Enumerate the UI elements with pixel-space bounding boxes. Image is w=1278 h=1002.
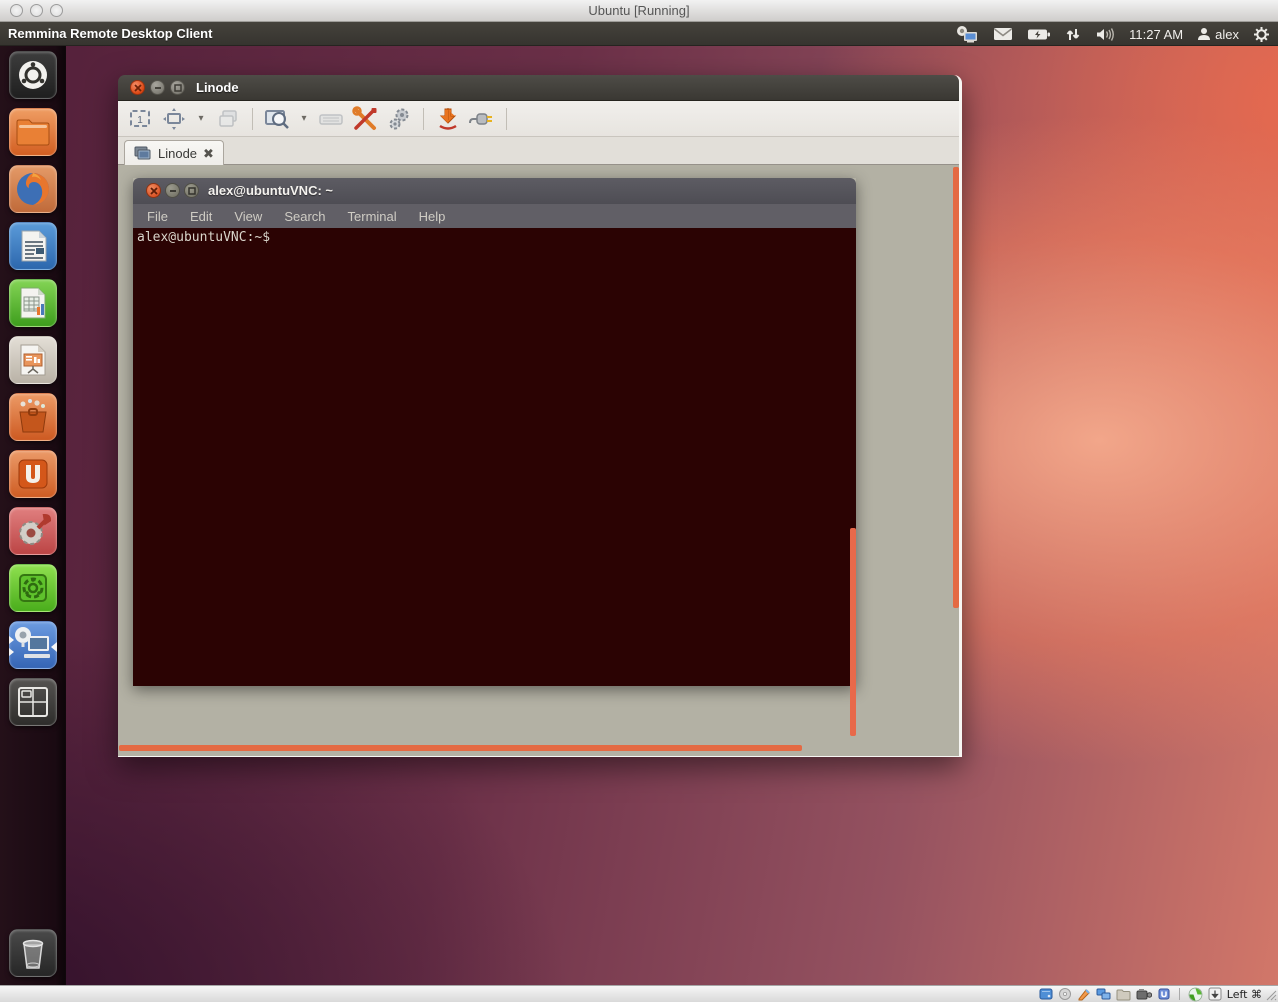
- tab-label: Linode: [158, 146, 197, 161]
- battery-icon[interactable]: [1027, 22, 1051, 46]
- toolbar-separator: [252, 108, 253, 130]
- remmina-applet-icon[interactable]: [955, 22, 979, 46]
- keyboard-capture-icon[interactable]: [1208, 987, 1222, 1001]
- launcher-item-trash[interactable]: [9, 929, 57, 977]
- grab-keyboard-button[interactable]: [317, 105, 345, 133]
- launcher-item-dash-home[interactable]: [9, 51, 57, 99]
- chevron-down-icon: ▾: [198, 113, 203, 124]
- vm-window-title: Ubuntu [Running]: [0, 3, 1278, 18]
- viewport-horizontal-scrollbar[interactable]: [119, 745, 802, 751]
- user-icon: [1197, 27, 1211, 41]
- virtualbox-vm-window: Ubuntu [Running] Remmina Remote Desktop …: [0, 0, 1278, 1002]
- optical-disc-icon[interactable]: [1058, 987, 1072, 1001]
- unity-launcher: [0, 46, 66, 985]
- launcher-item-libreoffice-writer[interactable]: [9, 222, 57, 270]
- fullscreen-options-dropdown[interactable]: ▾: [194, 105, 208, 133]
- scale-mode-button[interactable]: [263, 105, 291, 133]
- active-app-title: Remmina Remote Desktop Client: [8, 26, 212, 41]
- terminal-menubar: File Edit View Search Terminal Help: [133, 204, 856, 228]
- menu-edit[interactable]: Edit: [190, 209, 212, 224]
- remmina-titlebar[interactable]: Linode: [118, 75, 959, 101]
- menu-help[interactable]: Help: [419, 209, 446, 224]
- usb-icon[interactable]: [1157, 987, 1171, 1001]
- remmina-maximize-button[interactable]: [170, 80, 185, 95]
- remmina-window-title: Linode: [196, 80, 239, 95]
- tab-close-button[interactable]: ✖: [203, 147, 214, 160]
- unity-panel: Remmina Remote Desktop Client 11:27 AM a…: [0, 22, 1278, 46]
- resize-grip[interactable]: [1265, 989, 1277, 1001]
- shared-folders-icon[interactable]: [1116, 988, 1131, 1001]
- launcher-item-system-settings[interactable]: [9, 507, 57, 555]
- mail-icon[interactable]: [993, 22, 1013, 46]
- vbox-statusbar: Left ⌘: [0, 985, 1278, 1002]
- focused-indicator-arrow: [51, 642, 57, 652]
- vm-titlebar: Ubuntu [Running]: [0, 0, 1278, 22]
- duplicate-connection-button[interactable]: [214, 105, 242, 133]
- disconnect-button[interactable]: [468, 105, 496, 133]
- network-arrows-icon[interactable]: [1065, 22, 1081, 46]
- mouse-integration-icon[interactable]: [1188, 987, 1203, 1002]
- chevron-down-icon: ▾: [301, 113, 306, 124]
- remmina-minimize-button[interactable]: [150, 80, 165, 95]
- launcher-item-remmina[interactable]: [9, 621, 57, 669]
- remmina-close-button[interactable]: [130, 80, 145, 95]
- remmina-window: Linode 1 ▾ ▾: [118, 75, 962, 757]
- tools-button[interactable]: [351, 105, 379, 133]
- viewport-vertical-scrollbar[interactable]: [953, 167, 959, 608]
- svg-text:1: 1: [137, 115, 143, 126]
- terminal-content[interactable]: alex@ubuntuVNC:~$: [133, 228, 856, 686]
- toolbar-separator: [506, 108, 507, 130]
- terminal-window: alex@ubuntuVNC: ~ File Edit View Search …: [133, 178, 856, 686]
- clock[interactable]: 11:27 AM: [1129, 27, 1183, 42]
- menu-view[interactable]: View: [234, 209, 262, 224]
- audio-icon[interactable]: [1077, 987, 1091, 1001]
- launcher-item-libreoffice-calc[interactable]: [9, 279, 57, 327]
- preferences-gears-button[interactable]: [385, 105, 413, 133]
- launcher-item-files-folder[interactable]: [9, 108, 57, 156]
- launcher-item-ubuntu-one[interactable]: [9, 450, 57, 498]
- terminal-titlebar[interactable]: alex@ubuntuVNC: ~: [133, 178, 856, 204]
- host-key-label: Left ⌘: [1227, 988, 1262, 1001]
- harddisk-icon[interactable]: [1039, 987, 1053, 1001]
- terminal-maximize-button[interactable]: [184, 183, 199, 198]
- menu-search[interactable]: Search: [284, 209, 325, 224]
- menu-file[interactable]: File: [147, 209, 168, 224]
- tab-linode[interactable]: Linode ✖: [124, 140, 224, 165]
- volume-icon[interactable]: [1095, 22, 1115, 46]
- user-name: alex: [1215, 27, 1239, 42]
- fullscreen-button[interactable]: [160, 105, 188, 133]
- user-menu[interactable]: alex: [1197, 22, 1239, 46]
- statusbar-separator: [1179, 988, 1180, 1000]
- remote-desktop-viewport[interactable]: alex@ubuntuVNC: ~ File Edit View Search …: [118, 165, 959, 756]
- scale-options-dropdown[interactable]: ▾: [297, 105, 311, 133]
- launcher-item-firefox[interactable]: [9, 165, 57, 213]
- remote-desktop-icon: [134, 146, 152, 161]
- running-indicator-arrow: [9, 648, 14, 656]
- menu-terminal[interactable]: Terminal: [348, 209, 397, 224]
- running-indicator-arrow: [9, 636, 14, 644]
- network-adapters-icon[interactable]: [1096, 987, 1111, 1001]
- terminal-window-title: alex@ubuntuVNC: ~: [208, 183, 333, 198]
- toolbar-separator: [423, 108, 424, 130]
- remmina-toolbar: 1 ▾ ▾: [118, 101, 959, 137]
- terminal-scrollbar[interactable]: [850, 528, 856, 736]
- launcher-item-ubuntu-green-app[interactable]: [9, 564, 57, 612]
- fit-window-button[interactable]: 1: [126, 105, 154, 133]
- launcher-item-workspace-switcher[interactable]: [9, 678, 57, 726]
- display-icon[interactable]: [1136, 988, 1152, 1001]
- minimize-connection-button[interactable]: [434, 105, 462, 133]
- launcher-item-libreoffice-impress[interactable]: [9, 336, 57, 384]
- terminal-close-button[interactable]: [146, 183, 161, 198]
- session-gear-icon[interactable]: [1253, 22, 1270, 46]
- wallpaper: Linode 1 ▾ ▾: [0, 46, 1278, 985]
- terminal-minimize-button[interactable]: [165, 183, 180, 198]
- shell-prompt: alex@ubuntuVNC:~$: [137, 230, 852, 245]
- launcher-item-software-center[interactable]: [9, 393, 57, 441]
- remmina-tabbar: Linode ✖: [118, 137, 959, 165]
